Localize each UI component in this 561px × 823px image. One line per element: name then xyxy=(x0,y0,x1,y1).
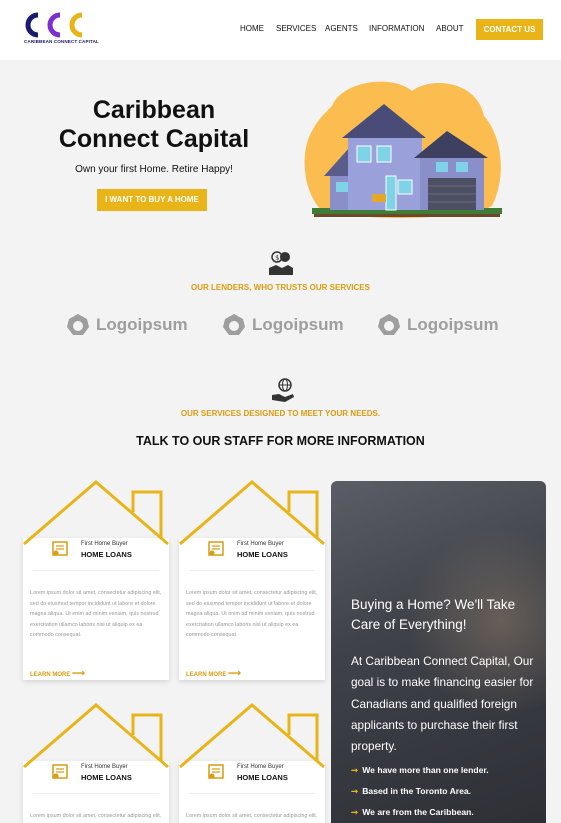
house-illustration xyxy=(304,81,502,218)
partner-name: Logoipsum xyxy=(407,315,499,334)
arrow-right-icon: ➞ xyxy=(351,786,359,796)
promo-heading: Buying a Home? We'll Take Care of Everyt… xyxy=(351,597,516,632)
partner-mark-icon xyxy=(378,314,400,335)
divider xyxy=(189,793,315,794)
card-title: HOME LOANS xyxy=(237,550,288,559)
loan-document-icon xyxy=(208,541,224,556)
partner-logo-3[interactable]: Logoipsum xyxy=(377,311,499,339)
loan-document-icon xyxy=(52,541,68,556)
card-title: HOME LOANS xyxy=(81,773,132,782)
svg-text:$: $ xyxy=(275,254,279,262)
service-card: First Home Buyer HOME LOANS Lorem ipsum … xyxy=(179,703,325,823)
divider xyxy=(33,570,159,571)
promo-bullet-text: Based in the Toronto Area. xyxy=(362,786,472,796)
talk-heading: TALK TO OUR STAFF FOR MORE INFORMATION xyxy=(136,434,425,448)
arrow-right-icon: ⟶ xyxy=(72,668,85,678)
partner-name: Logoipsum xyxy=(252,315,344,334)
handshake-money-icon: $ xyxy=(269,251,293,275)
card-header: First Home Buyer HOME LOANS xyxy=(207,761,317,791)
divider xyxy=(189,570,315,571)
loan-document-icon xyxy=(52,764,68,779)
card-header: First Home Buyer HOME LOANS xyxy=(51,538,161,568)
card-header: First Home Buyer HOME LOANS xyxy=(207,538,317,568)
hero-title: Caribbean Connect Capital xyxy=(58,96,250,153)
arrow-right-icon: ➞ xyxy=(351,765,359,775)
contact-us-button[interactable]: CONTACT US xyxy=(476,19,543,40)
arrow-right-icon: ➞ xyxy=(351,807,359,817)
card-body: Lorem ipsum dolor sit amet, consectetur … xyxy=(30,590,162,639)
card-kicker: First Home Buyer xyxy=(81,764,128,770)
globe-hand-icon xyxy=(272,378,294,402)
partner-name: Logoipsum xyxy=(96,315,188,334)
loan-document-icon xyxy=(208,764,224,779)
partner-logo-1[interactable]: Logoipsum xyxy=(66,311,188,339)
promo-bullet: ➞ We have more than one lender. xyxy=(351,765,489,776)
nav-about[interactable]: ABOUT xyxy=(436,24,464,33)
card-kicker: First Home Buyer xyxy=(81,541,128,547)
learn-more-label: LEARN MORE xyxy=(186,672,227,678)
learn-more-link[interactable]: LEARN MORE ⟶ xyxy=(30,668,85,679)
promo-bullet: ➞ We are from the Caribbean. xyxy=(351,807,474,818)
hero-subtitle: Own your first Home. Retire Happy! xyxy=(75,164,233,175)
lenders-label: OUR LENDERS, WHO TRUSTS OUR SERVICES xyxy=(191,283,370,292)
services-label: OUR SERVICES DESIGNED TO MEET YOUR NEEDS… xyxy=(180,409,381,418)
arrow-right-icon: ⟶ xyxy=(228,668,241,678)
service-card: First Home Buyer HOME LOANS Lorem ipsum … xyxy=(23,480,169,680)
card-kicker: First Home Buyer xyxy=(237,541,284,547)
promo-text: At Caribbean Connect Capital, Our goal i… xyxy=(351,654,534,754)
nav-home[interactable]: HOME xyxy=(240,24,264,33)
nav-information[interactable]: INFORMATION xyxy=(369,24,424,33)
partner-mark-icon xyxy=(67,314,89,335)
promo-bullet-text: We are from the Caribbean. xyxy=(362,807,474,817)
service-card: First Home Buyer HOME LOANS Lorem ipsum … xyxy=(23,703,169,823)
card-body: Lorem ipsum dolor sit amet, consectetur … xyxy=(186,813,318,819)
brand-tagline: CARIBBEAN CONNECT CAPITAL xyxy=(24,39,99,44)
card-body: Lorem ipsum dolor sit amet, consectetur … xyxy=(186,590,318,639)
card-body: Lorem ipsum dolor sit amet, consectetur … xyxy=(30,813,162,819)
card-header: First Home Buyer HOME LOANS xyxy=(51,761,161,791)
buy-home-button[interactable]: I WANT TO BUY A HOME xyxy=(97,189,207,211)
promo-bullet-text: We have more than one lender. xyxy=(362,765,489,775)
nav-services[interactable]: SERVICES xyxy=(276,24,316,33)
card-title: HOME LOANS xyxy=(237,773,288,782)
partner-mark-icon xyxy=(223,314,245,335)
learn-more-link[interactable]: LEARN MORE ⟶ xyxy=(186,668,241,679)
card-kicker: First Home Buyer xyxy=(237,764,284,770)
promo-panel: Buying a Home? We'll Take Care of Everyt… xyxy=(331,481,546,823)
nav-agents[interactable]: AGENTS xyxy=(325,24,358,33)
divider xyxy=(33,793,159,794)
learn-more-label: LEARN MORE xyxy=(30,672,71,678)
service-card: First Home Buyer HOME LOANS Lorem ipsum … xyxy=(179,480,325,680)
card-title: HOME LOANS xyxy=(81,550,132,559)
promo-bullet: ➞ Based in the Toronto Area. xyxy=(351,786,471,797)
partner-logo-2[interactable]: Logoipsum xyxy=(222,311,344,339)
site-header: CARIBBEAN CONNECT CAPITAL HOME SERVICES … xyxy=(0,0,561,60)
